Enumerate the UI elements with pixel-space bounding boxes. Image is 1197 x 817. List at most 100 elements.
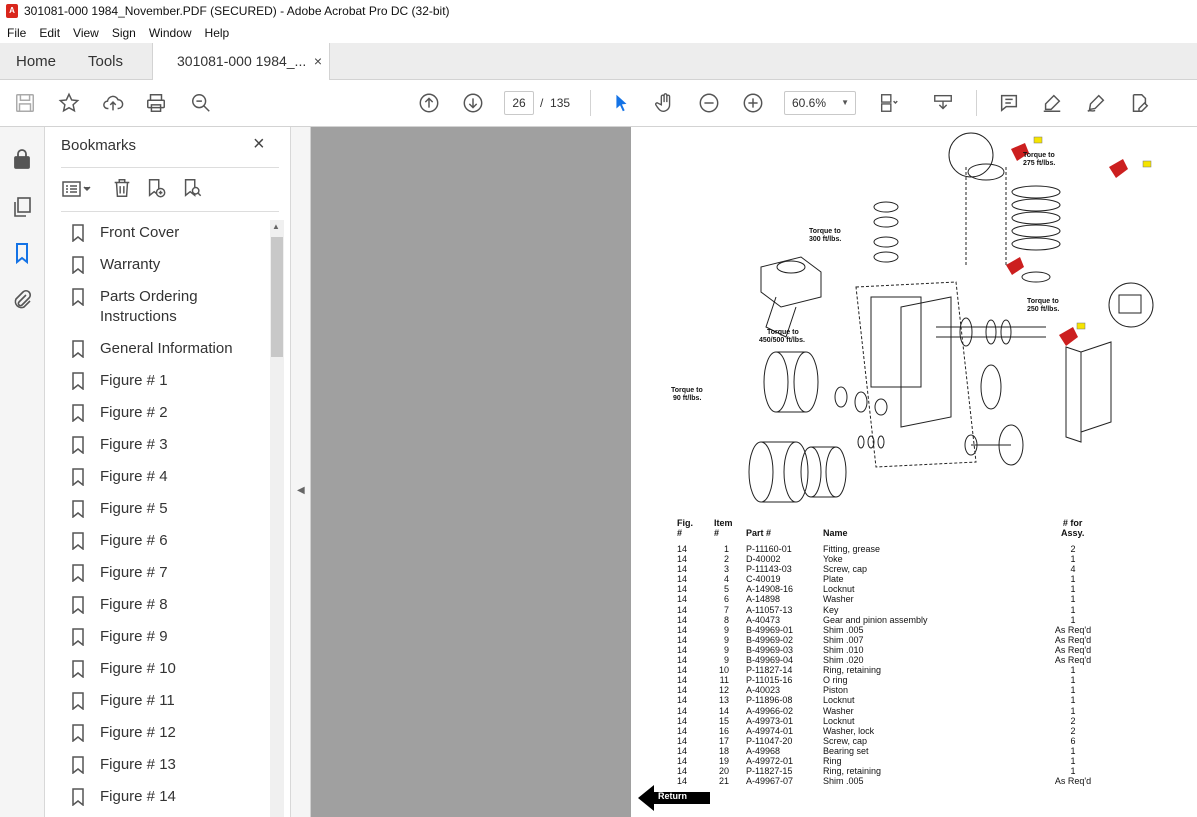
star-icon[interactable] bbox=[56, 91, 82, 115]
table-row: 14 9 B-49969-01 Shim .005 As Req'd bbox=[675, 625, 1105, 635]
cell-part: A-49968 bbox=[746, 745, 781, 756]
bookmark-item[interactable]: Figure # 13 bbox=[71, 755, 271, 775]
delete-bookmark-icon[interactable] bbox=[111, 177, 133, 201]
bookmark-item[interactable]: Front Cover bbox=[71, 223, 271, 243]
previous-page-icon[interactable] bbox=[416, 91, 442, 115]
bookmark-item[interactable]: General Information bbox=[71, 339, 271, 359]
menu-window[interactable]: Window bbox=[149, 26, 192, 40]
cell-name: Key bbox=[823, 604, 839, 615]
find-bookmark-icon[interactable] bbox=[181, 177, 203, 201]
pages-thumbnail-icon[interactable] bbox=[10, 195, 34, 219]
cell-qty: 1 bbox=[1070, 755, 1076, 766]
bookmark-item[interactable]: Figure # 2 bbox=[71, 403, 271, 423]
cell-part: P-11827-15 bbox=[746, 766, 793, 777]
cell-name: Yoke bbox=[823, 554, 843, 565]
new-bookmark-icon[interactable] bbox=[145, 177, 167, 201]
comment-icon[interactable] bbox=[996, 91, 1022, 115]
cell-fig: 14 bbox=[677, 624, 688, 635]
scroll-up-arrow-icon[interactable]: ▲ bbox=[272, 222, 280, 231]
bookmark-item[interactable]: Parts Ordering Instructions bbox=[71, 287, 271, 327]
save-icon[interactable] bbox=[12, 91, 38, 115]
lock-icon[interactable] bbox=[10, 147, 34, 171]
bookmark-icon bbox=[71, 256, 85, 275]
bookmark-item[interactable]: Figure # 10 bbox=[71, 659, 271, 679]
cell-name: Ring bbox=[823, 755, 842, 766]
cell-part: D-40002 bbox=[746, 554, 781, 565]
cell-item: 3 bbox=[723, 564, 729, 575]
menu-sign[interactable]: Sign bbox=[112, 26, 136, 40]
edit-pdf-icon[interactable] bbox=[1126, 91, 1152, 115]
scroll-mode-icon[interactable] bbox=[930, 91, 956, 115]
zoom-out-icon[interactable] bbox=[696, 91, 722, 115]
header-qty: # for Assy. bbox=[1061, 518, 1085, 538]
page-number-input[interactable]: 26 bbox=[504, 91, 534, 115]
menu-view[interactable]: View bbox=[73, 26, 99, 40]
panel-splitter[interactable]: ◀ bbox=[291, 127, 311, 817]
menu-file[interactable]: File bbox=[7, 26, 26, 40]
cell-part: P-11896-08 bbox=[746, 695, 793, 706]
bookmark-label: Figure # 4 bbox=[100, 468, 168, 485]
zoom-in-icon[interactable] bbox=[740, 91, 766, 115]
cell-name: Plate bbox=[823, 574, 844, 585]
table-row: 14 11 P-11015-16 O ring 1 bbox=[675, 675, 1105, 685]
cell-part: P-11047-20 bbox=[746, 735, 793, 746]
bookmarks-scroll-thumb[interactable] bbox=[271, 237, 283, 357]
bookmark-label: Figure # 14 bbox=[100, 788, 176, 805]
cell-part: P-11143-03 bbox=[746, 564, 792, 575]
cell-fig: 14 bbox=[677, 544, 688, 554]
hand-tool-icon[interactable] bbox=[652, 91, 678, 115]
bookmark-item[interactable]: Figure # 9 bbox=[71, 627, 271, 647]
bookmark-rail-icon[interactable] bbox=[10, 241, 34, 265]
cell-qty: 6 bbox=[1070, 735, 1076, 746]
search-zoom-icon[interactable] bbox=[188, 91, 214, 115]
menu-help[interactable]: Help bbox=[205, 26, 230, 40]
toolbar: 26 / 135 60.6% ▼ bbox=[0, 80, 1197, 127]
bookmark-item[interactable]: Figure # 7 bbox=[71, 563, 271, 583]
bookmark-item[interactable]: Figure # 11 bbox=[71, 691, 271, 711]
bookmark-item[interactable]: Figure # 3 bbox=[71, 435, 271, 455]
bookmark-icon bbox=[71, 596, 85, 615]
tab-document[interactable]: 301081-000 1984_... × bbox=[152, 43, 330, 81]
highlighter-icon[interactable] bbox=[1039, 91, 1065, 115]
pdf-page[interactable]: Torque to 275 ft/lbs. Torque to 300 ft/lbs… bbox=[631, 127, 1197, 817]
bookmark-item[interactable]: Figure # 14 bbox=[71, 787, 271, 807]
cell-name: Shim .010 bbox=[823, 644, 864, 655]
return-button[interactable]: Return bbox=[638, 784, 710, 812]
cell-qty: 1 bbox=[1070, 675, 1076, 686]
zoom-level-select[interactable]: 60.6% ▼ bbox=[784, 91, 856, 115]
bookmark-item[interactable]: Figure # 12 bbox=[71, 723, 271, 743]
bookmark-item[interactable]: Figure # 4 bbox=[71, 467, 271, 487]
bookmark-icon bbox=[71, 564, 85, 583]
next-page-icon[interactable] bbox=[460, 91, 486, 115]
page-fit-icon[interactable] bbox=[876, 91, 902, 115]
close-panel-icon[interactable]: × bbox=[253, 133, 265, 156]
bookmark-item[interactable]: Figure # 1 bbox=[71, 371, 271, 391]
sign-pen-icon[interactable] bbox=[1083, 91, 1109, 115]
menu-edit[interactable]: Edit bbox=[39, 26, 60, 40]
torque-label-90: Torque to 90 ft/lbs. bbox=[671, 387, 703, 402]
bookmark-label: Figure # 8 bbox=[100, 596, 168, 613]
bookmark-item[interactable]: Figure # 5 bbox=[71, 499, 271, 519]
select-pointer-icon[interactable] bbox=[608, 91, 634, 115]
attachment-icon[interactable] bbox=[10, 288, 34, 312]
cell-part: B-49969-03 bbox=[746, 644, 794, 655]
bookmark-item[interactable]: Warranty bbox=[71, 255, 271, 275]
cell-name: Washer bbox=[823, 705, 854, 716]
tab-tools[interactable]: Tools bbox=[88, 43, 123, 80]
upload-cloud-icon[interactable] bbox=[100, 91, 126, 115]
collapse-panel-arrow-icon[interactable]: ◀ bbox=[297, 485, 305, 496]
close-tab-icon[interactable]: × bbox=[314, 43, 322, 80]
cell-qty: 2 bbox=[1070, 715, 1076, 726]
bookmark-item[interactable]: Figure # 8 bbox=[71, 595, 271, 615]
cell-item: 16 bbox=[718, 725, 729, 736]
table-row: 14 17 P-11047-20 Screw, cap 6 bbox=[675, 736, 1105, 746]
cell-name: Ring, retaining bbox=[823, 766, 882, 777]
cell-item: 14 bbox=[718, 705, 729, 716]
cell-name: Locknut bbox=[823, 584, 855, 595]
bookmark-options-icon[interactable] bbox=[61, 177, 95, 201]
table-row: 14 4 C-40019 Plate 1 bbox=[675, 574, 1105, 584]
bookmark-item[interactable]: Figure # 6 bbox=[71, 531, 271, 551]
cell-qty: 1 bbox=[1070, 685, 1076, 696]
print-icon[interactable] bbox=[143, 91, 169, 115]
tab-home[interactable]: Home bbox=[16, 43, 56, 80]
